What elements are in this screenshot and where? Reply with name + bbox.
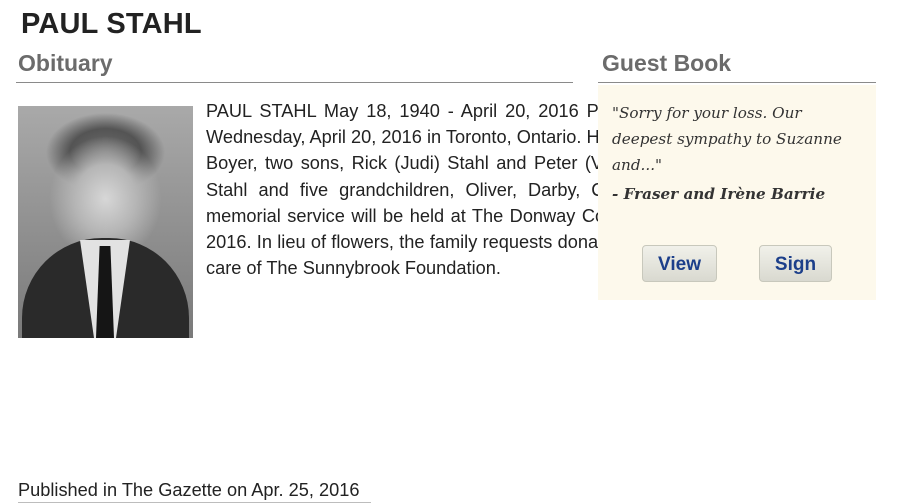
obituary-divider: [16, 82, 573, 83]
guest-book-panel: "Sorry for your loss. Our deepest sympat…: [598, 85, 876, 300]
view-guest-book-button[interactable]: View: [642, 245, 717, 282]
guest-book-divider: [598, 82, 876, 83]
obituary-person-name: PAUL STAHL: [21, 8, 202, 40]
publication-info: Published in The Gazette on Apr. 25, 201…: [18, 478, 372, 503]
obituary-section-title: Obituary: [18, 50, 113, 76]
guest-book-author: - Fraser and Irène Barrie: [612, 185, 826, 203]
portrait-photo: [18, 106, 193, 338]
sign-guest-book-button[interactable]: Sign: [759, 245, 832, 282]
guest-book-section-title: Guest Book: [602, 50, 732, 76]
guest-book-quote: "Sorry for your loss. Our deepest sympat…: [612, 104, 842, 174]
